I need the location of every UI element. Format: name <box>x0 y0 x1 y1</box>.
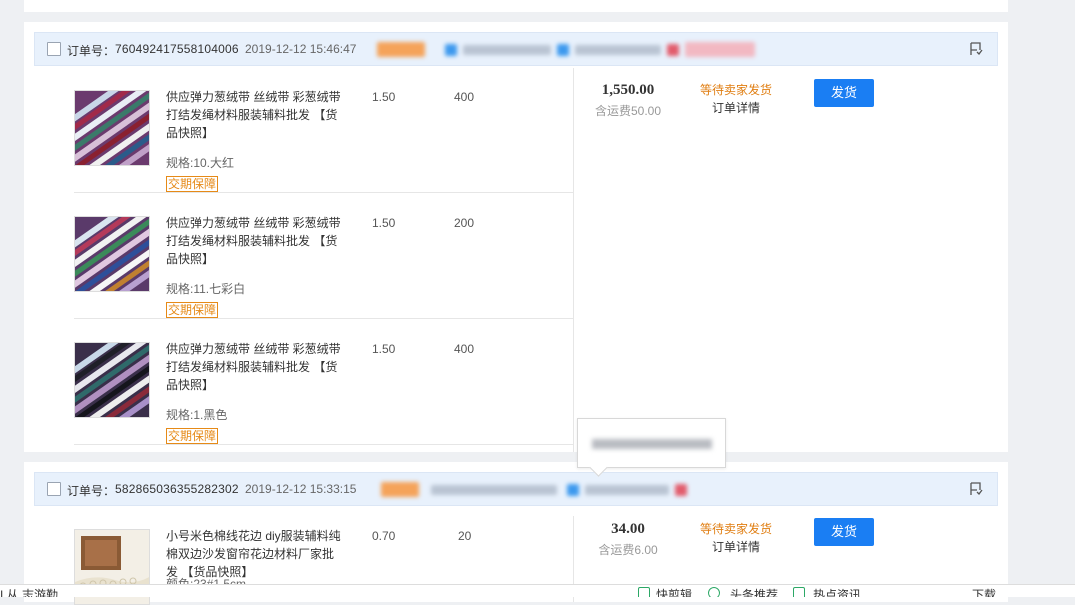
redacted-chat-icon[interactable] <box>567 484 579 496</box>
product-title-link[interactable]: 供应弹力葱绒带 丝绒带 彩葱绒带 打结发绳材料服装辅料批发 【货品快照】 <box>166 88 341 142</box>
redacted-tooltip-text <box>592 439 712 449</box>
hover-tooltip <box>577 418 726 477</box>
browser-status-bar: I 从 志游勤 快剪辑 头条推荐 热点资讯 下载 <box>0 584 1075 597</box>
redacted-flag-icon <box>667 44 679 56</box>
product-thumbnail[interactable] <box>74 90 150 166</box>
order-number-label: 订单号： <box>67 484 116 498</box>
order-header: 订单号： 582865036355282302 2019-12-12 15:33… <box>34 472 998 506</box>
item-separator <box>74 192 574 193</box>
ship-button[interactable]: 发货 <box>814 79 874 107</box>
product-spec: 规格:11.七彩白 <box>166 282 246 296</box>
order-card: 订单号： 582865036355282302 2019-12-12 15:33… <box>24 462 1008 605</box>
product-thumbnail[interactable] <box>74 216 150 292</box>
unit-price: 1.50 <box>372 342 396 356</box>
order-status: 等待卖家发货 <box>699 522 772 536</box>
unit-price: 0.70 <box>372 529 396 543</box>
order-detail-link[interactable]: 订单详情 <box>691 99 781 116</box>
order-total: 34.00 <box>611 521 645 537</box>
order-number-label: 订单号： <box>67 44 116 58</box>
column-divider <box>573 68 574 452</box>
order-detail-link[interactable]: 订单详情 <box>691 538 781 555</box>
order-number: 582865036355282302 <box>115 482 239 496</box>
redacted-seller-name <box>575 45 661 55</box>
product-spec: 规格:1.黑色 <box>166 408 228 422</box>
order-header: 订单号： 760492417558104006 2019-12-12 15:46… <box>34 32 998 66</box>
order-select-checkbox[interactable] <box>47 42 61 56</box>
order-time: 2019-12-12 15:33:15 <box>245 482 357 496</box>
order-total: 1,550.00 <box>601 82 655 98</box>
quantity: 20 <box>458 529 472 543</box>
order-shipping: 含运费50.00 <box>594 104 662 118</box>
redacted-seller-name <box>585 485 669 495</box>
product-title-link[interactable]: 小号米色棉线花边 diy服装辅料纯棉双边沙发窗帘花边材料厂家批发 【货品快照】 <box>166 527 341 581</box>
ship-button[interactable]: 发货 <box>814 518 874 546</box>
order-status: 等待卖家发货 <box>699 83 772 97</box>
product-spec: 规格:10.大红 <box>166 156 235 170</box>
status-item-news[interactable]: 热点资讯 <box>813 586 861 597</box>
product-thumbnail[interactable] <box>74 342 150 418</box>
redacted-chat-icon[interactable] <box>557 44 569 56</box>
memo-flag-icon[interactable] <box>969 482 983 496</box>
delivery-guarantee-badge: 交期保障 <box>166 428 219 444</box>
status-item-download[interactable]: 下载 <box>972 586 996 597</box>
order-card: 订单号： 760492417558104006 2019-12-12 15:46… <box>24 22 1008 452</box>
previous-order-card <box>24 0 1008 12</box>
memo-flag-icon[interactable] <box>969 42 983 56</box>
status-item-recommend[interactable]: 头条推荐 <box>730 586 778 597</box>
redacted-chat-icon[interactable] <box>445 44 457 56</box>
status-left-text: I 从 志游勤 <box>0 588 59 597</box>
status-item-quick-edit[interactable]: 快剪辑 <box>656 586 692 597</box>
redacted-flag-icon <box>675 484 687 496</box>
delivery-guarantee-badge: 交期保障 <box>166 176 219 192</box>
quantity: 400 <box>454 90 475 104</box>
redacted-tag <box>377 42 425 57</box>
product-title-link[interactable]: 供应弹力葱绒带 丝绒带 彩葱绒带 打结发绳材料服装辅料批发 【货品快照】 <box>166 214 341 268</box>
redacted-badge <box>685 42 755 57</box>
order-time: 2019-12-12 15:46:47 <box>245 42 357 56</box>
redacted-buyer-name <box>463 45 551 55</box>
item-separator <box>74 444 574 445</box>
item-separator <box>74 318 574 319</box>
order-number: 760492417558104006 <box>115 42 239 56</box>
order-shipping: 含运费6.00 <box>598 543 658 557</box>
quantity: 400 <box>454 342 475 356</box>
order-select-checkbox[interactable] <box>47 482 61 496</box>
unit-price: 1.50 <box>372 216 396 230</box>
redacted-buyer-name <box>431 485 557 495</box>
unit-price: 1.50 <box>372 90 396 104</box>
delivery-guarantee-badge: 交期保障 <box>166 302 219 318</box>
product-title-link[interactable]: 供应弹力葱绒带 丝绒带 彩葱绒带 打结发绳材料服装辅料批发 【货品快照】 <box>166 340 341 394</box>
redacted-tag <box>381 482 419 497</box>
quantity: 200 <box>454 216 475 230</box>
